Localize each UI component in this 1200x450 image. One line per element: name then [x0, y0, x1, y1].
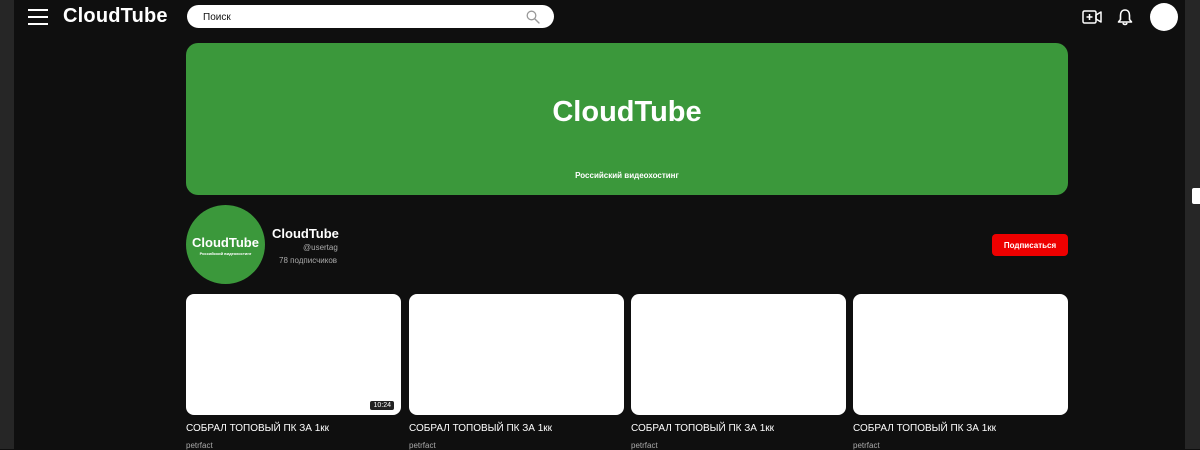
- video-card[interactable]: СОБРАЛ ТОПОВЫЙ ПК ЗА 1кк petrfact: [409, 294, 624, 450]
- subscriber-count: 78 подписчиков: [279, 256, 338, 265]
- video-title[interactable]: СОБРАЛ ТОПОВЫЙ ПК ЗА 1кк: [853, 423, 996, 434]
- video-title[interactable]: СОБРАЛ ТОПОВЫЙ ПК ЗА 1кк: [631, 423, 774, 434]
- app-logo[interactable]: CloudTube: [63, 5, 168, 28]
- video-thumbnail[interactable]: 10:24: [186, 294, 401, 415]
- channel-handle: @usertag: [303, 243, 338, 252]
- video-card[interactable]: СОБРАЛ ТОПОВЫЙ ПК ЗА 1кк petrfact: [631, 294, 846, 450]
- scrollbar-handle[interactable]: [1192, 188, 1200, 204]
- left-edge: [0, 0, 14, 449]
- video-title[interactable]: СОБРАЛ ТОПОВЫЙ ПК ЗА 1кк: [186, 423, 329, 434]
- top-bar: CloudTube: [14, 0, 1185, 36]
- right-edge: [1185, 0, 1200, 449]
- search-input[interactable]: [201, 5, 515, 30]
- channel-avatar[interactable]: CloudTube Российский видеохостинг: [186, 205, 265, 284]
- channel-avatar-subtitle: Российский видеохостинг: [199, 251, 252, 256]
- video-thumbnail[interactable]: [853, 294, 1068, 415]
- banner-subtitle: Российский видеохостинг: [575, 171, 679, 180]
- banner-title: CloudTube: [552, 96, 702, 128]
- video-card[interactable]: 10:24 СОБРАЛ ТОПОВЫЙ ПК ЗА 1кк petrfact: [186, 294, 401, 450]
- video-thumbnail[interactable]: [409, 294, 624, 415]
- subscribe-button[interactable]: Подписаться: [992, 234, 1068, 256]
- channel-avatar-title: CloudTube: [192, 235, 259, 250]
- channel-banner: CloudTube Российский видеохостинг: [186, 43, 1068, 195]
- create-video-icon[interactable]: [1082, 9, 1102, 25]
- search-icon[interactable]: [526, 10, 540, 24]
- user-avatar[interactable]: [1150, 3, 1178, 31]
- video-duration: 10:24: [370, 401, 394, 410]
- video-thumbnail[interactable]: [631, 294, 846, 415]
- menu-icon[interactable]: [28, 9, 48, 25]
- video-title[interactable]: СОБРАЛ ТОПОВЫЙ ПК ЗА 1кк: [409, 423, 552, 434]
- bell-icon[interactable]: [1117, 8, 1133, 26]
- video-card[interactable]: СОБРАЛ ТОПОВЫЙ ПК ЗА 1кк petrfact: [853, 294, 1068, 450]
- channel-name: CloudTube: [272, 226, 339, 241]
- search-box: [187, 5, 554, 30]
